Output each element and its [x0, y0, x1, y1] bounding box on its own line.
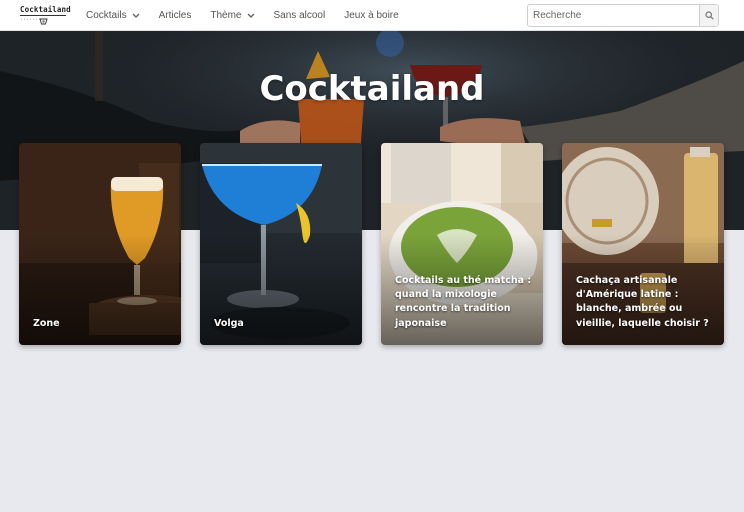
main-nav: Cocktails Articles Thème Sans alcool Jeu…: [86, 0, 399, 31]
nav-label: Cocktails: [86, 10, 127, 21]
nav-label: Articles: [158, 10, 192, 21]
article-card-volga[interactable]: Volga: [200, 143, 362, 345]
card-title: Volga: [214, 317, 244, 329]
logo-underline: [20, 15, 66, 16]
search-icon: [704, 11, 714, 20]
chevron-down-icon: [247, 13, 254, 18]
card-overlay: [200, 143, 362, 345]
chevron-down-icon: [132, 13, 140, 18]
site-logo[interactable]: Cocktailand ·········: [18, 3, 71, 27]
nav-label: Sans alcool: [273, 10, 326, 21]
card-overlay: [19, 143, 181, 345]
card-title: Zone: [33, 317, 60, 329]
search-input[interactable]: [528, 5, 700, 26]
nav-item-cocktails[interactable]: Cocktails: [86, 0, 140, 31]
article-card-matcha[interactable]: Cocktails au thé matcha : quand la mixol…: [381, 143, 543, 345]
hero-title: Cocktailand: [259, 69, 485, 109]
nav-item-sans-alcool[interactable]: Sans alcool: [274, 0, 326, 31]
article-card-zone[interactable]: Zone: [19, 143, 181, 345]
article-card-cachaca[interactable]: Cachaça artisanale d'Amérique latine : b…: [562, 143, 724, 345]
card-title: Cachaça artisanale d'Amérique latine : b…: [576, 274, 709, 329]
glass-icon: [39, 18, 48, 25]
logo-text: Cocktailand: [20, 5, 71, 14]
nav-item-jeux-a-boire[interactable]: Jeux à boire: [344, 0, 398, 31]
nav-item-theme[interactable]: Thème: [210, 0, 254, 31]
nav-label: Jeux à boire: [344, 10, 399, 21]
top-navbar: Cocktailand ········· Cocktails Articles…: [0, 0, 744, 31]
nav-item-articles[interactable]: Articles: [159, 0, 192, 31]
card-title: Cocktails au thé matcha : quand la mixol…: [395, 274, 532, 329]
nav-label: Thème: [210, 10, 242, 21]
search-button[interactable]: [699, 5, 718, 26]
search-box: [527, 4, 719, 27]
